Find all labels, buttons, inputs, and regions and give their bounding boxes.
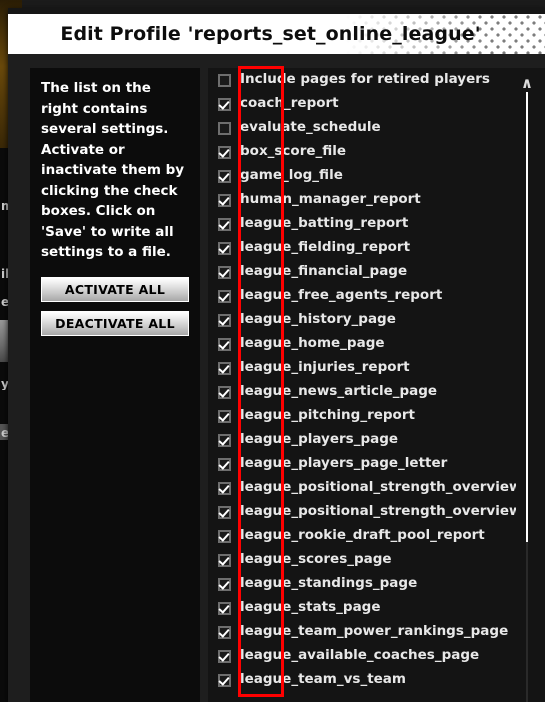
- checkbox-checked-icon[interactable]: [218, 97, 231, 111]
- checkbox-checked-icon[interactable]: [218, 625, 231, 639]
- checkbox-checked-icon[interactable]: [218, 529, 231, 543]
- list-item-label: league_news_article_page: [240, 383, 438, 400]
- scrollbar-thumb[interactable]: [526, 92, 528, 542]
- dialog-body: The list on the right contains several s…: [8, 54, 545, 702]
- settings-list-panel: Include pages for retired players coach_r…: [208, 68, 545, 702]
- list-item[interactable]: league_players_page_letter: [208, 452, 516, 476]
- checkbox-checked-icon[interactable]: [218, 577, 231, 591]
- list-item-label: league_fielding_report: [240, 239, 411, 256]
- checkbox-checked-icon[interactable]: [218, 193, 231, 207]
- checkbox-checked-icon[interactable]: [218, 337, 231, 351]
- list-item[interactable]: league_positional_strength_overview: [208, 500, 516, 524]
- checkbox-checked-icon[interactable]: [218, 553, 231, 567]
- list-item-label: Include pages for retired players: [240, 71, 490, 88]
- checkbox-checked-icon[interactable]: [218, 433, 231, 447]
- list-item-label: league_home_page: [240, 335, 385, 352]
- list-item[interactable]: league_team_power_rankings_page: [208, 620, 516, 644]
- checkbox-unchecked-icon[interactable]: [218, 73, 231, 87]
- list-item[interactable]: league_home_page: [208, 332, 516, 356]
- checkbox-checked-icon[interactable]: [218, 601, 231, 615]
- list-item[interactable]: box_score_file: [208, 140, 516, 164]
- list-item[interactable]: league_available_coaches_page: [208, 644, 516, 668]
- screen: m ile e t y e Edit Profile 'reports_set_…: [0, 0, 545, 702]
- list-item-label: league_pitching_report: [240, 407, 415, 424]
- list-item[interactable]: league_financial_page: [208, 260, 516, 284]
- list-item-label: league_standings_page: [240, 575, 418, 592]
- list-item[interactable]: league_news_article_page: [208, 380, 516, 404]
- edit-profile-dialog: Edit Profile 'reports_set_online_league'…: [8, 8, 545, 702]
- list-item[interactable]: evaluate_schedule: [208, 116, 516, 140]
- checkbox-checked-icon[interactable]: [218, 361, 231, 375]
- list-item-label: human_manager_report: [240, 191, 421, 208]
- checkbox-checked-icon[interactable]: [218, 169, 231, 183]
- list-item-label: league_scores_page: [240, 551, 392, 568]
- dialog-titlebar: Edit Profile 'reports_set_online_league': [8, 14, 545, 54]
- list-item[interactable]: game_log_file: [208, 164, 516, 188]
- list-item[interactable]: league_scores_page: [208, 548, 516, 572]
- list-item[interactable]: league_free_agents_report: [208, 284, 516, 308]
- checkbox-checked-icon[interactable]: [218, 481, 231, 495]
- checkbox-unchecked-icon[interactable]: [218, 121, 231, 135]
- checkbox-checked-icon[interactable]: [218, 673, 231, 687]
- checkbox-checked-icon[interactable]: [218, 241, 231, 255]
- list-item[interactable]: league_pitching_report: [208, 404, 516, 428]
- list-item[interactable]: league_standings_page: [208, 572, 516, 596]
- checkbox-checked-icon[interactable]: [218, 457, 231, 471]
- list-item[interactable]: coach_report: [208, 92, 516, 116]
- list-item[interactable]: Include pages for retired players: [208, 68, 516, 92]
- list-item-label: league_available_coaches_page: [240, 647, 480, 664]
- activate-all-button[interactable]: ACTIVATE ALL: [41, 276, 189, 302]
- list-item-label: league_free_agents_report: [240, 287, 443, 304]
- list-item-label: evaluate_schedule: [240, 119, 381, 136]
- checkbox-checked-icon[interactable]: [218, 289, 231, 303]
- list-item[interactable]: league_injuries_report: [208, 356, 516, 380]
- checkbox-checked-icon[interactable]: [218, 265, 231, 279]
- list-item[interactable]: league_positional_strength_overview: [208, 476, 516, 500]
- list-scrollbar[interactable]: ∧: [517, 68, 537, 702]
- list-item[interactable]: league_history_page: [208, 308, 516, 332]
- instructions-text: The list on the right contains several s…: [41, 80, 185, 261]
- list-item[interactable]: league_team_vs_team: [208, 668, 516, 692]
- list-item-label: league_batting_report: [240, 215, 409, 232]
- list-item[interactable]: league_players_page: [208, 428, 516, 452]
- list-item[interactable]: human_manager_report: [208, 188, 516, 212]
- list-item-label: league_positional_strength_overview: [240, 503, 516, 520]
- checkbox-checked-icon[interactable]: [218, 409, 231, 423]
- dialog-title: Edit Profile 'reports_set_online_league': [60, 23, 481, 45]
- checkbox-checked-icon[interactable]: [218, 505, 231, 519]
- list-item-label: league_financial_page: [240, 263, 408, 280]
- checkbox-checked-icon[interactable]: [218, 313, 231, 327]
- list-item-label: league_positional_strength_overview: [240, 479, 516, 496]
- list-item[interactable]: league_stats_page: [208, 596, 516, 620]
- instructions-panel: The list on the right contains several s…: [30, 68, 200, 702]
- list-item-label: league_stats_page: [240, 599, 381, 616]
- list-item-label: league_players_page: [240, 431, 399, 448]
- list-item-label: league_history_page: [240, 311, 396, 328]
- list-item-label: league_team_vs_team: [240, 671, 406, 688]
- list-item[interactable]: league_fielding_report: [208, 236, 516, 260]
- list-item-label: league_players_page_letter: [240, 455, 448, 472]
- list-item-label: league_rookie_draft_pool_report: [240, 527, 485, 544]
- checkbox-checked-icon[interactable]: [218, 217, 231, 231]
- scroll-up-arrow-icon[interactable]: ∧: [517, 74, 537, 92]
- list-item-label: league_injuries_report: [240, 359, 410, 376]
- settings-list[interactable]: Include pages for retired players coach_r…: [208, 68, 516, 702]
- list-item-label: coach_report: [240, 95, 339, 112]
- list-item-label: game_log_file: [240, 167, 343, 184]
- list-item[interactable]: league_batting_report: [208, 212, 516, 236]
- checkbox-checked-icon[interactable]: [218, 385, 231, 399]
- list-item-label: box_score_file: [240, 143, 347, 160]
- deactivate-all-button[interactable]: DEACTIVATE ALL: [41, 310, 189, 336]
- checkbox-checked-icon[interactable]: [218, 649, 231, 663]
- list-item-label: league_team_power_rankings_page: [240, 623, 509, 640]
- checkbox-checked-icon[interactable]: [218, 145, 231, 159]
- list-item[interactable]: league_rookie_draft_pool_report: [208, 524, 516, 548]
